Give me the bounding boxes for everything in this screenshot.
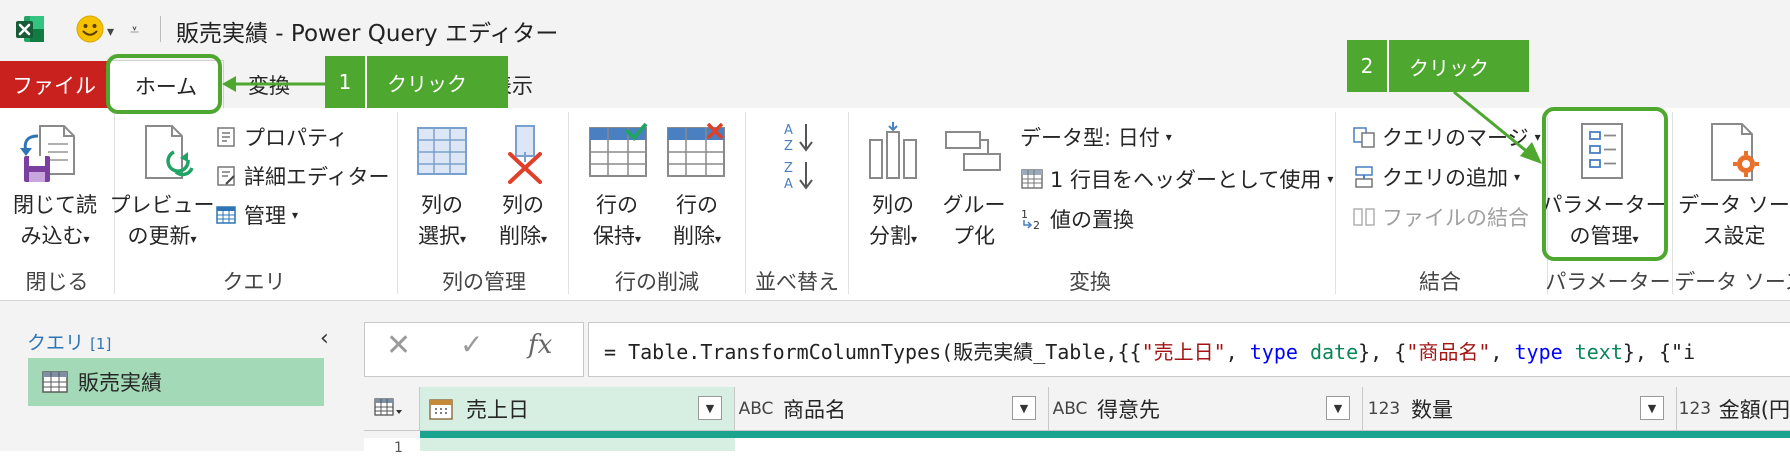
divider bbox=[1672, 112, 1673, 294]
highlight-manage-parameters bbox=[1542, 107, 1668, 261]
formula-text: = Table.TransformColumnTypes(販売実績_Table,… bbox=[604, 340, 1696, 364]
group-by-button[interactable]: グルー プ化 bbox=[943, 190, 1006, 252]
divider bbox=[568, 112, 569, 294]
column-header-sale-date[interactable]: 売上日 ▼ bbox=[420, 387, 735, 431]
manage-query-button[interactable]: 管理 ▾ bbox=[214, 200, 298, 230]
svg-text:A: A bbox=[784, 177, 793, 192]
data-type-selector[interactable]: データ型: 日付 ▾ bbox=[1020, 122, 1172, 152]
table-menu-icon bbox=[374, 398, 402, 416]
svg-text:1: 1 bbox=[1021, 208, 1028, 221]
column-header-quantity[interactable]: 123 数量 ▼ bbox=[1363, 387, 1677, 431]
close-and-load-icon[interactable] bbox=[18, 122, 78, 186]
data-source-settings-button[interactable]: データ ソー ス設定 bbox=[1678, 190, 1790, 252]
choose-columns-button[interactable]: 列の 選択▾ bbox=[418, 190, 466, 255]
divider bbox=[1335, 112, 1336, 294]
remove-rows-button[interactable]: 行の 削除▾ bbox=[673, 190, 721, 255]
divider bbox=[745, 112, 746, 294]
remove-rows-icon[interactable] bbox=[666, 122, 726, 180]
insert-function-icon[interactable]: fx bbox=[528, 330, 552, 360]
refresh-preview-icon[interactable] bbox=[136, 122, 198, 186]
customize-qat-icon[interactable]: ⩡ bbox=[130, 20, 139, 40]
svg-text:A: A bbox=[784, 123, 793, 138]
close-and-load-button[interactable]: 閉じて読 み込む▾ bbox=[13, 190, 97, 255]
divider bbox=[397, 112, 398, 294]
group-label-close: 閉じる bbox=[25, 270, 89, 294]
column-header-amount[interactable]: 123 金額(円 bbox=[1677, 387, 1790, 431]
svg-text:2: 2 bbox=[1033, 219, 1040, 231]
queries-pane-title: クエリ [1] bbox=[27, 332, 112, 354]
combine-files-icon bbox=[1353, 208, 1375, 226]
merge-queries-icon bbox=[1353, 127, 1375, 148]
text-type-icon: ABC bbox=[1052, 398, 1088, 419]
properties-icon bbox=[217, 127, 235, 147]
callout-arrow-1 bbox=[218, 72, 328, 96]
group-label-query: クエリ bbox=[222, 270, 286, 294]
sort-descending-icon[interactable]: Z A bbox=[782, 158, 816, 192]
callout-arrow-2 bbox=[1450, 90, 1550, 170]
query-list-item[interactable]: 販売実績 bbox=[28, 358, 324, 406]
column-header-customer[interactable]: ABC 得意先 ▼ bbox=[1049, 387, 1363, 431]
keep-rows-icon[interactable] bbox=[588, 122, 648, 180]
append-queries-icon bbox=[1355, 166, 1373, 188]
choose-columns-icon[interactable] bbox=[414, 124, 470, 180]
number-type-icon: 123 bbox=[1367, 398, 1401, 419]
svg-text:Z: Z bbox=[784, 161, 793, 176]
cancel-formula-icon[interactable]: ✕ bbox=[386, 328, 411, 363]
commit-formula-icon[interactable]: ✓ bbox=[460, 328, 483, 361]
divider bbox=[160, 16, 161, 42]
chevron-down-icon[interactable]: ▾ bbox=[107, 24, 114, 40]
column-filter-dropdown[interactable]: ▼ bbox=[1012, 396, 1036, 420]
smiley-feedback-icon[interactable] bbox=[75, 14, 105, 44]
replace-values-button[interactable]: 1 2 値の置換 bbox=[1020, 204, 1134, 234]
split-column-button[interactable]: 列の 分割▾ bbox=[869, 190, 917, 255]
divider bbox=[848, 112, 849, 294]
advanced-editor-icon bbox=[217, 166, 235, 186]
sort-ascending-icon[interactable]: A Z bbox=[782, 120, 816, 154]
window-title: 販売実績 - Power Query エディター bbox=[176, 21, 559, 47]
table-cell-selected-column[interactable] bbox=[420, 438, 735, 451]
group-label-sort: 並べ替え bbox=[755, 270, 839, 294]
advanced-editor-button[interactable]: 詳細エディター bbox=[214, 161, 390, 191]
tab-file[interactable]: ファイル bbox=[0, 61, 108, 108]
highlight-home-tab bbox=[106, 54, 222, 114]
table-icon bbox=[42, 371, 68, 393]
column-filter-dropdown[interactable]: ▼ bbox=[1640, 396, 1664, 420]
column-filter-dropdown[interactable]: ▼ bbox=[1326, 396, 1350, 420]
group-label-rows: 行の削減 bbox=[615, 270, 699, 294]
group-label-combine: 結合 bbox=[1419, 270, 1461, 294]
group-label-transform: 変換 bbox=[1069, 270, 1111, 294]
replace-values-icon: 1 2 bbox=[1021, 208, 1040, 231]
collapse-pane-icon[interactable]: ‹ bbox=[320, 326, 329, 351]
group-by-icon[interactable] bbox=[944, 128, 1004, 176]
calendar-type-icon bbox=[429, 398, 453, 420]
remove-columns-icon[interactable] bbox=[500, 124, 550, 184]
use-first-row-as-headers-button[interactable]: 1 行目をヘッダーとして使用 ▾ bbox=[1020, 164, 1333, 194]
group-label-data-source: データ ソース bbox=[1674, 270, 1790, 294]
svg-text:Z: Z bbox=[784, 139, 793, 154]
excel-icon[interactable] bbox=[14, 14, 46, 44]
combine-files-button[interactable]: ファイルの結合 bbox=[1352, 202, 1529, 232]
remove-columns-button[interactable]: 列の 削除▾ bbox=[499, 190, 547, 255]
number-type-icon: 123 bbox=[1678, 398, 1712, 419]
split-column-icon[interactable] bbox=[864, 122, 922, 182]
keep-rows-button[interactable]: 行の 保持▾ bbox=[593, 190, 641, 255]
query-name: 販売実績 bbox=[78, 371, 162, 395]
column-quality-bar bbox=[420, 431, 1790, 438]
column-filter-dropdown[interactable]: ▼ bbox=[698, 396, 722, 420]
column-header-product-name[interactable]: ABC 商品名 ▼ bbox=[735, 387, 1049, 431]
table-menu-button[interactable] bbox=[364, 387, 420, 431]
properties-button[interactable]: プロパティ bbox=[214, 122, 348, 152]
header-row-icon bbox=[1021, 169, 1043, 189]
callout-step-1: 1 クリック bbox=[325, 56, 508, 108]
row-number: 1 bbox=[394, 440, 403, 456]
callout-step-2: 2 クリック bbox=[1347, 40, 1529, 92]
data-source-settings-icon[interactable] bbox=[1706, 122, 1764, 184]
refresh-preview-button[interactable]: プレビュー の更新▾ bbox=[110, 190, 215, 255]
group-label-parameters: パラメーター bbox=[1545, 270, 1671, 294]
group-label-columns: 列の管理 bbox=[442, 270, 526, 294]
table-icon bbox=[216, 206, 236, 224]
text-type-icon: ABC bbox=[738, 398, 774, 419]
